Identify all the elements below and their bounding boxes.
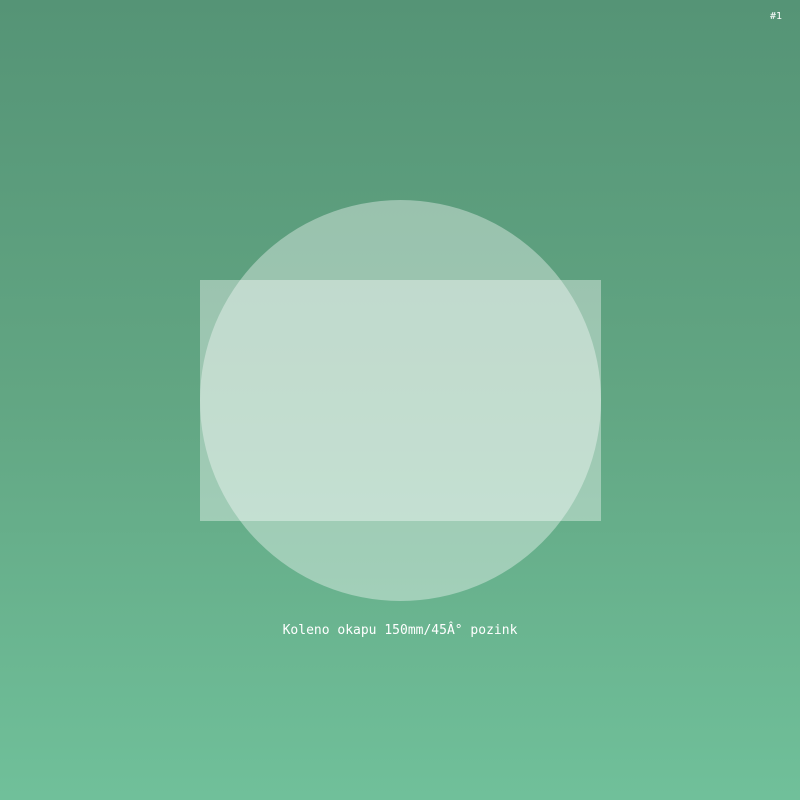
image-placeholder-icon (200, 200, 601, 601)
placeholder-rectangle (200, 280, 601, 521)
index-badge: #1 (769, 11, 782, 22)
product-image-canvas: #1 Koleno okapu 150mm/45Â° pozink (0, 0, 800, 800)
product-caption: Koleno okapu 150mm/45Â° pozink (282, 623, 518, 638)
